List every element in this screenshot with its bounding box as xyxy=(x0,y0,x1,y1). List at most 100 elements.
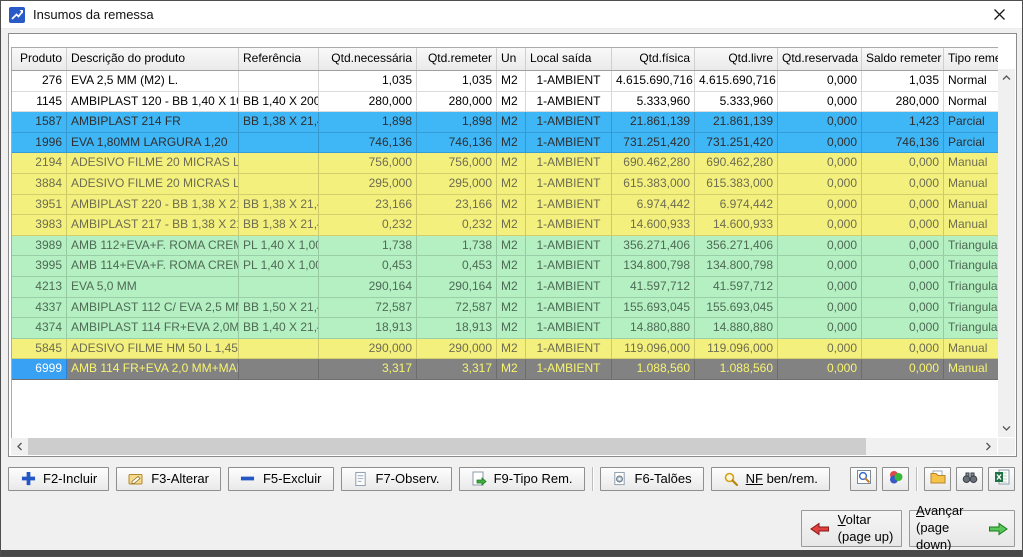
cell-qtd_necessaria[interactable]: 18,913 xyxy=(319,318,417,338)
cell-local_saida[interactable]: 1-AMBIENT xyxy=(526,298,612,318)
cell-saldo_remeter[interactable]: 0,000 xyxy=(862,215,944,235)
cell-produto[interactable]: 3951 xyxy=(12,195,67,215)
column-header-saldo_remeter[interactable]: Saldo remeter xyxy=(862,48,944,70)
cell-descricao[interactable]: AMBIPLAST 220 - BB 1,38 X 21,4 xyxy=(67,195,239,215)
cell-local_saida[interactable]: 1-AMBIENT xyxy=(526,359,612,379)
cell-saldo_remeter[interactable]: 0,000 xyxy=(862,256,944,276)
cell-produto[interactable]: 4213 xyxy=(12,277,67,297)
cell-produto[interactable]: 3989 xyxy=(12,236,67,256)
cell-qtd_necessaria[interactable]: 0,232 xyxy=(319,215,417,235)
cell-qtd_livre[interactable]: 6.974,442 xyxy=(695,195,778,215)
close-button[interactable] xyxy=(990,6,1008,24)
cell-local_saida[interactable]: 1-AMBIENT xyxy=(526,215,612,235)
cell-un[interactable]: M2 xyxy=(497,318,526,338)
cell-descricao[interactable]: AMB 114 FR+EVA 2,0 MM+MANTA xyxy=(67,359,239,379)
column-header-descricao[interactable]: Descrição do produto xyxy=(67,48,239,70)
cell-qtd_necessaria[interactable]: 1,738 xyxy=(319,236,417,256)
table-row[interactable]: 3983AMBIPLAST 217 - BB 1,38 X 21,4BB 1,3… xyxy=(12,215,998,236)
cell-qtd_livre[interactable]: 41.597,712 xyxy=(695,277,778,297)
cell-qtd_fisica[interactable]: 5.333,960 xyxy=(612,92,695,112)
column-header-local_saida[interactable]: Local saída xyxy=(526,48,612,70)
cell-qtd_livre[interactable]: 356.271,406 xyxy=(695,236,778,256)
cell-qtd_fisica[interactable]: 4.615.690,716 xyxy=(612,71,695,91)
cell-qtd_fisica[interactable]: 731.251,420 xyxy=(612,133,695,153)
cell-local_saida[interactable]: 1-AMBIENT xyxy=(526,339,612,359)
cell-qtd_reservada[interactable]: 0,000 xyxy=(778,298,862,318)
cell-qtd_remeter[interactable]: 746,136 xyxy=(417,133,497,153)
cell-referencia[interactable]: PL 1,40 X 1,00 xyxy=(239,236,319,256)
cell-saldo_remeter[interactable]: 0,000 xyxy=(862,339,944,359)
cell-qtd_remeter[interactable]: 3,317 xyxy=(417,359,497,379)
cell-qtd_reservada[interactable]: 0,000 xyxy=(778,174,862,194)
cell-un[interactable]: M2 xyxy=(497,195,526,215)
cell-un[interactable]: M2 xyxy=(497,298,526,318)
cell-qtd_reservada[interactable]: 0,000 xyxy=(778,153,862,173)
cell-qtd_livre[interactable]: 155.693,045 xyxy=(695,298,778,318)
scroll-up-icon[interactable] xyxy=(998,69,1015,86)
column-header-un[interactable]: Un xyxy=(497,48,526,70)
cell-produto[interactable]: 5845 xyxy=(12,339,67,359)
cell-qtd_necessaria[interactable]: 295,000 xyxy=(319,174,417,194)
cell-qtd_remeter[interactable]: 1,898 xyxy=(417,112,497,132)
table-row[interactable]: 6999AMB 114 FR+EVA 2,0 MM+MANTA3,3173,31… xyxy=(12,359,998,380)
cell-referencia[interactable]: BB 1,40 X 21,4 xyxy=(239,318,319,338)
preview-button[interactable] xyxy=(850,467,877,491)
cell-produto[interactable]: 3995 xyxy=(12,256,67,276)
cell-descricao[interactable]: AMBIPLAST 217 - BB 1,38 X 21,4 xyxy=(67,215,239,235)
avancar-button[interactable]: Avançar (page down) xyxy=(909,510,1015,547)
cell-qtd_livre[interactable]: 21.861,139 xyxy=(695,112,778,132)
cell-un[interactable]: M2 xyxy=(497,256,526,276)
cell-local_saida[interactable]: 1-AMBIENT xyxy=(526,318,612,338)
table-row[interactable]: 3884ADESIVO FILME 20 MICRAS L 1,45 295,00… xyxy=(12,174,998,195)
cell-qtd_fisica[interactable]: 14.880,880 xyxy=(612,318,695,338)
cell-qtd_remeter[interactable]: 0,453 xyxy=(417,256,497,276)
incluir-button[interactable]: F2-Incluir xyxy=(8,467,109,491)
cell-descricao[interactable]: ADESIVO FILME 20 MICRAS L 1,45 xyxy=(67,174,239,194)
cell-qtd_fisica[interactable]: 356.271,406 xyxy=(612,236,695,256)
cell-produto[interactable]: 4337 xyxy=(12,298,67,318)
cell-qtd_necessaria[interactable]: 0,453 xyxy=(319,256,417,276)
column-header-qtd_fisica[interactable]: Qtd.física xyxy=(612,48,695,70)
cell-qtd_remeter[interactable]: 1,738 xyxy=(417,236,497,256)
cell-qtd_fisica[interactable]: 1.088,560 xyxy=(612,359,695,379)
table-row[interactable]: 3989AMB 112+EVA+F. ROMA CREMEPL 1,40 X 1… xyxy=(12,236,998,257)
horizontal-scrollbar-thumb[interactable] xyxy=(28,438,866,455)
cell-descricao[interactable]: EVA 5,0 MM xyxy=(67,277,239,297)
alterar-button[interactable]: F3-Alterar xyxy=(116,467,221,491)
cell-qtd_fisica[interactable]: 6.974,442 xyxy=(612,195,695,215)
cell-qtd_necessaria[interactable]: 1,035 xyxy=(319,71,417,91)
cell-local_saida[interactable]: 1-AMBIENT xyxy=(526,92,612,112)
colors-legend-button[interactable] xyxy=(882,467,909,491)
cell-tipo_remessa[interactable]: Normal xyxy=(944,92,998,112)
cell-local_saida[interactable]: 1-AMBIENT xyxy=(526,256,612,276)
column-header-tipo_remessa[interactable]: Tipo remessa xyxy=(944,48,998,70)
cell-referencia[interactable] xyxy=(239,277,319,297)
table-row[interactable]: 5845ADESIVO FILME HM 50 L 1,45290,000290… xyxy=(12,339,998,360)
table-row[interactable]: 276EVA 2,5 MM (M2) L.1,0351,035M21-AMBIE… xyxy=(12,71,998,92)
cell-qtd_livre[interactable]: 1.088,560 xyxy=(695,359,778,379)
cell-local_saida[interactable]: 1-AMBIENT xyxy=(526,174,612,194)
scroll-down-icon[interactable] xyxy=(998,420,1015,437)
cell-saldo_remeter[interactable]: 0,000 xyxy=(862,174,944,194)
cell-tipo_remessa[interactable]: Parcial xyxy=(944,112,998,132)
cell-qtd_remeter[interactable]: 290,000 xyxy=(417,339,497,359)
cell-referencia[interactable] xyxy=(239,153,319,173)
cell-saldo_remeter[interactable]: 0,000 xyxy=(862,318,944,338)
cell-saldo_remeter[interactable]: 0,000 xyxy=(862,195,944,215)
cell-qtd_remeter[interactable]: 1,035 xyxy=(417,71,497,91)
cell-qtd_necessaria[interactable]: 3,317 xyxy=(319,359,417,379)
vertical-scrollbar[interactable] xyxy=(998,69,1015,437)
table-row[interactable]: 3951AMBIPLAST 220 - BB 1,38 X 21,4BB 1,3… xyxy=(12,195,998,216)
tipo-remessa-button[interactable]: F9-Tipo Rem. xyxy=(459,467,585,491)
cell-un[interactable]: M2 xyxy=(497,71,526,91)
cell-produto[interactable]: 3983 xyxy=(12,215,67,235)
cell-qtd_livre[interactable]: 4.615.690,716 xyxy=(695,71,778,91)
cell-tipo_remessa[interactable]: Manual xyxy=(944,195,998,215)
cell-produto[interactable]: 276 xyxy=(12,71,67,91)
table-row[interactable]: 2194ADESIVO FILME 20 MICRAS L 1,24756,00… xyxy=(12,153,998,174)
cell-descricao[interactable]: AMBIPLAST 112 C/ EVA 2,5 MM xyxy=(67,298,239,318)
cell-referencia[interactable]: BB 1,40 X 200 xyxy=(239,92,319,112)
cell-local_saida[interactable]: 1-AMBIENT xyxy=(526,133,612,153)
cell-un[interactable]: M2 xyxy=(497,277,526,297)
cell-produto[interactable]: 3884 xyxy=(12,174,67,194)
